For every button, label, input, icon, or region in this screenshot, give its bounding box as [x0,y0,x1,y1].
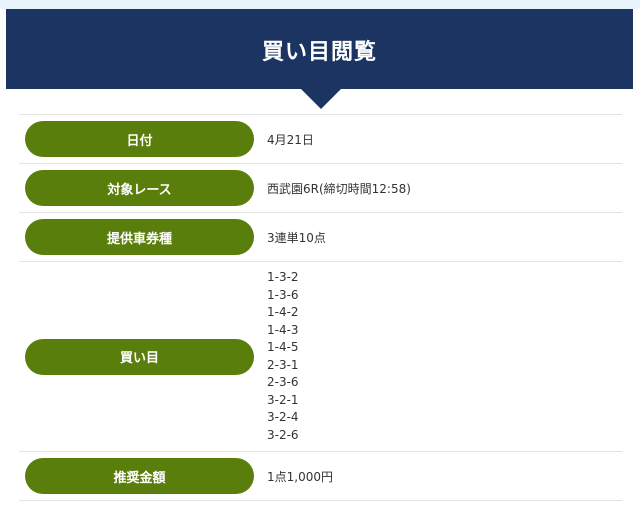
combo-item: 1-3-6 [267,287,299,302]
page-title: 買い目閲覧 [261,40,377,65]
date-label: 日付 [25,121,254,157]
race-label: 対象レース [25,170,254,206]
combo-item: 2-3-1 [267,357,299,372]
amount-label: 推奨金額 [25,458,254,494]
top-strip [0,0,640,9]
table-row-ticket-type: 提供車券種 3連単10点 [19,213,622,262]
page-header-banner: 買い目閲覧 [6,9,633,89]
amount-value: 1点1,000円 [267,469,333,484]
table-row-date: 日付 4月21日 [19,115,622,164]
combo-item: 1-3-2 [267,270,299,284]
combo-item: 3-2-4 [267,410,299,424]
table-row-amount: 推奨金額 1点1,000円 [19,452,622,501]
table-row-race: 対象レース 西武園6R(締切時間12:58) [19,164,622,213]
ticket-type-label: 提供車券種 [25,219,254,255]
combinations-list: 1-3-2 1-3-6 1-4-2 1-4-3 1-4-5 2-3-1 2-3-… [263,269,299,444]
date-value: 4月21日 [267,132,314,147]
race-value: 西武園6R(締切時間12:58) [267,181,411,196]
header-pointer [301,89,341,109]
combinations-label: 買い目 [25,338,254,375]
combo-item: 1-4-2 [267,305,299,319]
combo-item: 3-2-6 [267,427,299,442]
ticket-type-value: 3連単10点 [267,230,326,245]
combo-item: 1-4-3 [267,322,299,337]
combo-item: 3-2-1 [267,392,299,407]
combo-item: 1-4-5 [267,340,299,354]
table-row-combinations: 買い目 1-3-2 1-3-6 1-4-2 1-4-3 1-4-5 2-3-1 … [19,262,622,452]
bet-info-table: 日付 4月21日 対象レース 西武園6R(締切時間12:58) 提供車券種 3連… [19,114,622,501]
combo-item: 2-3-6 [267,375,299,389]
